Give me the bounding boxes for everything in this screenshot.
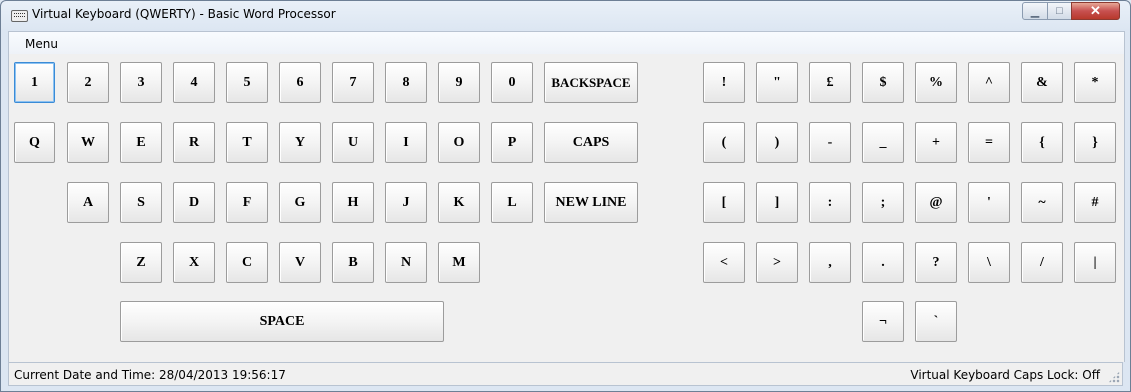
- key-y[interactable]: Y: [279, 122, 321, 163]
- title-bar[interactable]: Virtual Keyboard (QWERTY) - Basic Word P…: [1, 1, 1130, 31]
- keyboard-panel: 1 2 3 4 5 6 7 8 9 0 BACKSPACE Q W E R T …: [8, 54, 1125, 362]
- key-pound[interactable]: £: [809, 62, 851, 103]
- key-period[interactable]: .: [862, 242, 904, 283]
- key-r[interactable]: R: [173, 122, 215, 163]
- key-8[interactable]: 8: [385, 62, 427, 103]
- key-k[interactable]: K: [438, 182, 480, 223]
- close-button[interactable]: ✕: [1071, 2, 1120, 20]
- key-left-paren[interactable]: (: [703, 122, 745, 163]
- key-double-quote[interactable]: ": [756, 62, 798, 103]
- key-underscore[interactable]: _: [862, 122, 904, 163]
- key-z[interactable]: Z: [120, 242, 162, 283]
- key-l[interactable]: L: [491, 182, 533, 223]
- new-line-key[interactable]: NEW LINE: [544, 182, 638, 223]
- key-5[interactable]: 5: [226, 62, 268, 103]
- key-7[interactable]: 7: [332, 62, 374, 103]
- key-exclamation[interactable]: !: [703, 62, 745, 103]
- app-window: Virtual Keyboard (QWERTY) - Basic Word P…: [0, 0, 1131, 392]
- key-p[interactable]: P: [491, 122, 533, 163]
- key-d[interactable]: D: [173, 182, 215, 223]
- key-not[interactable]: ¬: [862, 301, 904, 342]
- key-percent[interactable]: %: [915, 62, 957, 103]
- key-u[interactable]: U: [332, 122, 374, 163]
- key-less-than[interactable]: <: [703, 242, 745, 283]
- key-3[interactable]: 3: [120, 62, 162, 103]
- key-s[interactable]: S: [120, 182, 162, 223]
- key-w[interactable]: W: [67, 122, 109, 163]
- key-left-brace[interactable]: {: [1021, 122, 1063, 163]
- key-j[interactable]: J: [385, 182, 427, 223]
- key-c[interactable]: C: [226, 242, 268, 283]
- caps-key[interactable]: CAPS: [544, 122, 638, 163]
- key-at[interactable]: @: [915, 182, 957, 223]
- key-single-quote[interactable]: ': [968, 182, 1010, 223]
- window-title: Virtual Keyboard (QWERTY) - Basic Word P…: [32, 7, 336, 21]
- key-q[interactable]: Q: [14, 122, 55, 163]
- menu-item-menu[interactable]: Menu: [25, 37, 58, 51]
- key-comma[interactable]: ,: [809, 242, 851, 283]
- status-bar: Current Date and Time: 28/04/2013 19:56:…: [8, 362, 1123, 386]
- key-pipe[interactable]: |: [1074, 242, 1116, 283]
- key-i[interactable]: I: [385, 122, 427, 163]
- key-x[interactable]: X: [173, 242, 215, 283]
- backspace-key[interactable]: BACKSPACE: [544, 62, 638, 103]
- key-m[interactable]: M: [438, 242, 480, 283]
- key-1[interactable]: 1: [14, 62, 55, 103]
- keyboard-icon: [11, 10, 28, 22]
- key-a[interactable]: A: [67, 182, 109, 223]
- key-2[interactable]: 2: [67, 62, 109, 103]
- key-greater-than[interactable]: >: [756, 242, 798, 283]
- space-key[interactable]: SPACE: [120, 301, 444, 342]
- menu-bar: Menu: [8, 31, 1125, 54]
- key-o[interactable]: O: [438, 122, 480, 163]
- key-4[interactable]: 4: [173, 62, 215, 103]
- key-ampersand[interactable]: &: [1021, 62, 1063, 103]
- datetime-status: Current Date and Time: 28/04/2013 19:56:…: [14, 368, 286, 382]
- key-left-bracket[interactable]: [: [703, 182, 745, 223]
- key-f[interactable]: F: [226, 182, 268, 223]
- key-e[interactable]: E: [120, 122, 162, 163]
- key-colon[interactable]: :: [809, 182, 851, 223]
- key-right-brace[interactable]: }: [1074, 122, 1116, 163]
- key-caret[interactable]: ^: [968, 62, 1010, 103]
- key-minus[interactable]: -: [809, 122, 851, 163]
- maximize-button[interactable]: □: [1047, 2, 1072, 20]
- resize-grip-icon[interactable]: [1108, 371, 1120, 383]
- key-0[interactable]: 0: [491, 62, 533, 103]
- key-6[interactable]: 6: [279, 62, 321, 103]
- key-n[interactable]: N: [385, 242, 427, 283]
- key-hash[interactable]: #: [1074, 182, 1116, 223]
- key-g[interactable]: G: [279, 182, 321, 223]
- key-right-bracket[interactable]: ]: [756, 182, 798, 223]
- key-semicolon[interactable]: ;: [862, 182, 904, 223]
- key-equals[interactable]: =: [968, 122, 1010, 163]
- key-dollar[interactable]: $: [862, 62, 904, 103]
- caps-lock-status: Virtual Keyboard Caps Lock: Off: [910, 368, 1100, 382]
- key-h[interactable]: H: [332, 182, 374, 223]
- key-plus[interactable]: +: [915, 122, 957, 163]
- key-v[interactable]: V: [279, 242, 321, 283]
- key-9[interactable]: 9: [438, 62, 480, 103]
- key-b[interactable]: B: [332, 242, 374, 283]
- minimize-button[interactable]: ▁: [1022, 2, 1048, 20]
- key-slash[interactable]: /: [1021, 242, 1063, 283]
- key-t[interactable]: T: [226, 122, 268, 163]
- key-backslash[interactable]: \: [968, 242, 1010, 283]
- key-asterisk[interactable]: *: [1074, 62, 1116, 103]
- key-right-paren[interactable]: ): [756, 122, 798, 163]
- key-backtick[interactable]: `: [915, 301, 957, 342]
- key-tilde[interactable]: ~: [1021, 182, 1063, 223]
- key-question[interactable]: ?: [915, 242, 957, 283]
